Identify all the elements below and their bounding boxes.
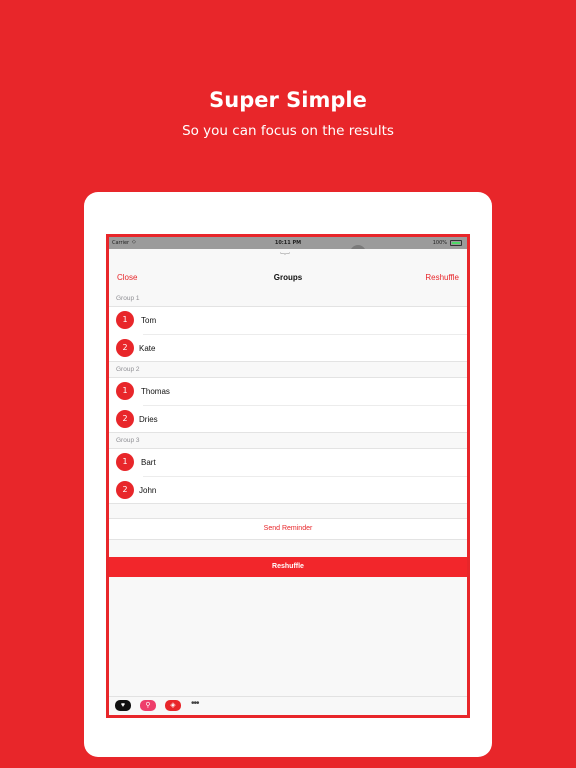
promo-headline: Super Simple <box>209 88 367 112</box>
heart-app-icon[interactable]: ♥ <box>115 700 131 711</box>
battery-percent: 100% <box>432 240 447 246</box>
rank-badge: 1 <box>116 382 134 400</box>
member-name: Bart <box>141 458 156 467</box>
sheet-grabber-icon[interactable]: ︸ <box>280 254 290 264</box>
device-screen: Carrier ◇ 10:11 PM 100% ︸ Close Groups R… <box>106 234 470 718</box>
member-name: Thomas <box>141 387 170 396</box>
cube-app-icon[interactable]: ◈ <box>165 700 181 711</box>
rank-badge: 1 <box>116 453 134 471</box>
groups-sheet: ︸ Close Groups Reshuffle Group 1 1 Tom 2… <box>109 249 467 715</box>
list-item[interactable]: 1 Thomas <box>109 378 467 405</box>
member-name: Tom <box>141 316 157 325</box>
page-title: Groups <box>273 273 303 282</box>
status-time: 10:11 PM <box>274 240 302 246</box>
group-list: 1 Thomas 2 Dries <box>109 377 467 433</box>
reshuffle-button[interactable]: Reshuffle <box>109 557 467 577</box>
rank-badge: 1 <box>116 311 134 329</box>
search-app-icon[interactable]: ⚲ <box>140 700 156 711</box>
group-header: Group 2 <box>116 366 140 373</box>
member-name: Kate <box>139 344 156 353</box>
rank-badge: 2 <box>116 339 134 357</box>
rank-badge: 2 <box>116 410 134 428</box>
promo-subline: So you can focus on the results <box>182 123 394 139</box>
rank-badge: 2 <box>116 481 134 499</box>
group-list: 1 Tom 2 Kate <box>109 306 467 362</box>
list-item[interactable]: 2 John <box>116 476 467 503</box>
list-item[interactable]: 2 Kate <box>116 334 467 361</box>
more-icon[interactable]: ••• <box>191 698 199 709</box>
member-name: John <box>139 486 157 495</box>
list-item[interactable]: 1 Tom <box>109 307 467 334</box>
list-item[interactable]: 1 Bart <box>109 449 467 476</box>
list-item[interactable]: 2 Dries <box>116 405 467 432</box>
group-list: 1 Bart 2 John <box>109 448 467 504</box>
reshuffle-nav-button[interactable]: Reshuffle <box>425 273 459 282</box>
screen-content: Carrier ◇ 10:11 PM 100% ︸ Close Groups R… <box>109 237 467 715</box>
member-name: Dries <box>139 415 158 424</box>
send-reminder-button[interactable]: Send Reminder <box>109 518 467 540</box>
status-bar: Carrier ◇ 10:11 PM 100% <box>109 237 467 249</box>
app-dock: ♥ ⚲ ◈ ••• <box>109 696 467 715</box>
group-header: Group 3 <box>116 437 140 444</box>
group-header: Group 1 <box>116 295 140 302</box>
battery-icon <box>450 240 462 246</box>
